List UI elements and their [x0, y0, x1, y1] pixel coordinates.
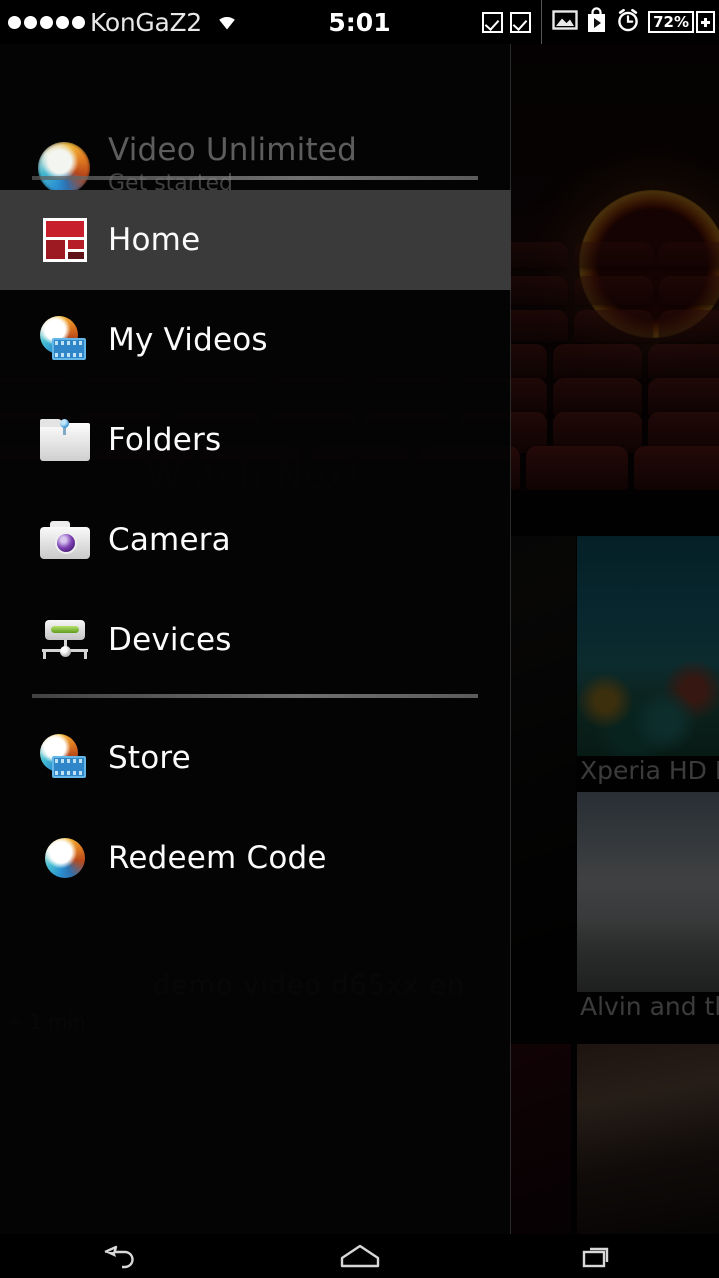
sidebar-item-label: Home [108, 222, 201, 258]
drawer-account-header[interactable]: Video Unlimited Get started [0, 44, 510, 196]
back-arrow-icon[interactable] [0, 1234, 240, 1278]
sidebar-item-label: Folders [108, 422, 222, 458]
recent-apps-icon[interactable] [479, 1234, 719, 1278]
checkbox-icon-1 [482, 11, 504, 33]
sony-orb-icon [38, 142, 90, 194]
home-grid-icon [38, 213, 92, 267]
sidebar-item-label: Devices [108, 622, 232, 658]
sidebar-item-label: Store [108, 740, 191, 776]
sidebar-item-label: Redeem Code [108, 840, 327, 876]
camera-icon [38, 513, 92, 567]
battery-level-text: 72% [653, 13, 689, 31]
navigation-drawer: Video Unlimited Get started Home My Vide… [0, 44, 511, 1234]
sidebar-item-redeem-code[interactable]: Redeem Code [0, 808, 511, 908]
sidebar-item-home[interactable]: Home [0, 190, 511, 290]
status-bar-separator [541, 0, 543, 44]
image-icon [552, 8, 578, 37]
folder-icon [38, 413, 92, 467]
orb-film-icon [38, 313, 92, 367]
system-navigation-bar[interactable] [0, 1234, 719, 1278]
sidebar-item-label: Camera [108, 522, 231, 558]
home-outline-icon[interactable] [240, 1234, 480, 1278]
sidebar-item-label: My Videos [108, 322, 268, 358]
status-bar[interactable]: KonGaZ2 5:01 72% [0, 0, 719, 44]
devices-icon [38, 613, 92, 667]
sidebar-item-store[interactable]: Store [0, 708, 511, 808]
phone-screen: Watch Next demo video d65xx en 1 min Xpe… [0, 0, 719, 1278]
status-bar-right: 72% [482, 0, 715, 44]
play-store-icon [585, 6, 608, 38]
drawer-divider-bottom [32, 694, 478, 698]
sidebar-item-devices[interactable]: Devices [0, 590, 511, 690]
drawer-account-title: Video Unlimited [108, 132, 357, 168]
sidebar-item-camera[interactable]: Camera [0, 490, 511, 590]
drawer-divider-top [32, 176, 478, 180]
orb-film-icon [38, 731, 92, 785]
alarm-clock-icon [615, 7, 641, 38]
sony-orb-icon [38, 831, 92, 885]
checkbox-icon-2 [510, 11, 532, 33]
battery-indicator: 72% [648, 11, 715, 33]
battery-plus-icon [696, 11, 715, 33]
sidebar-item-my-videos[interactable]: My Videos [0, 290, 511, 390]
sidebar-item-folders[interactable]: Folders [0, 390, 511, 490]
